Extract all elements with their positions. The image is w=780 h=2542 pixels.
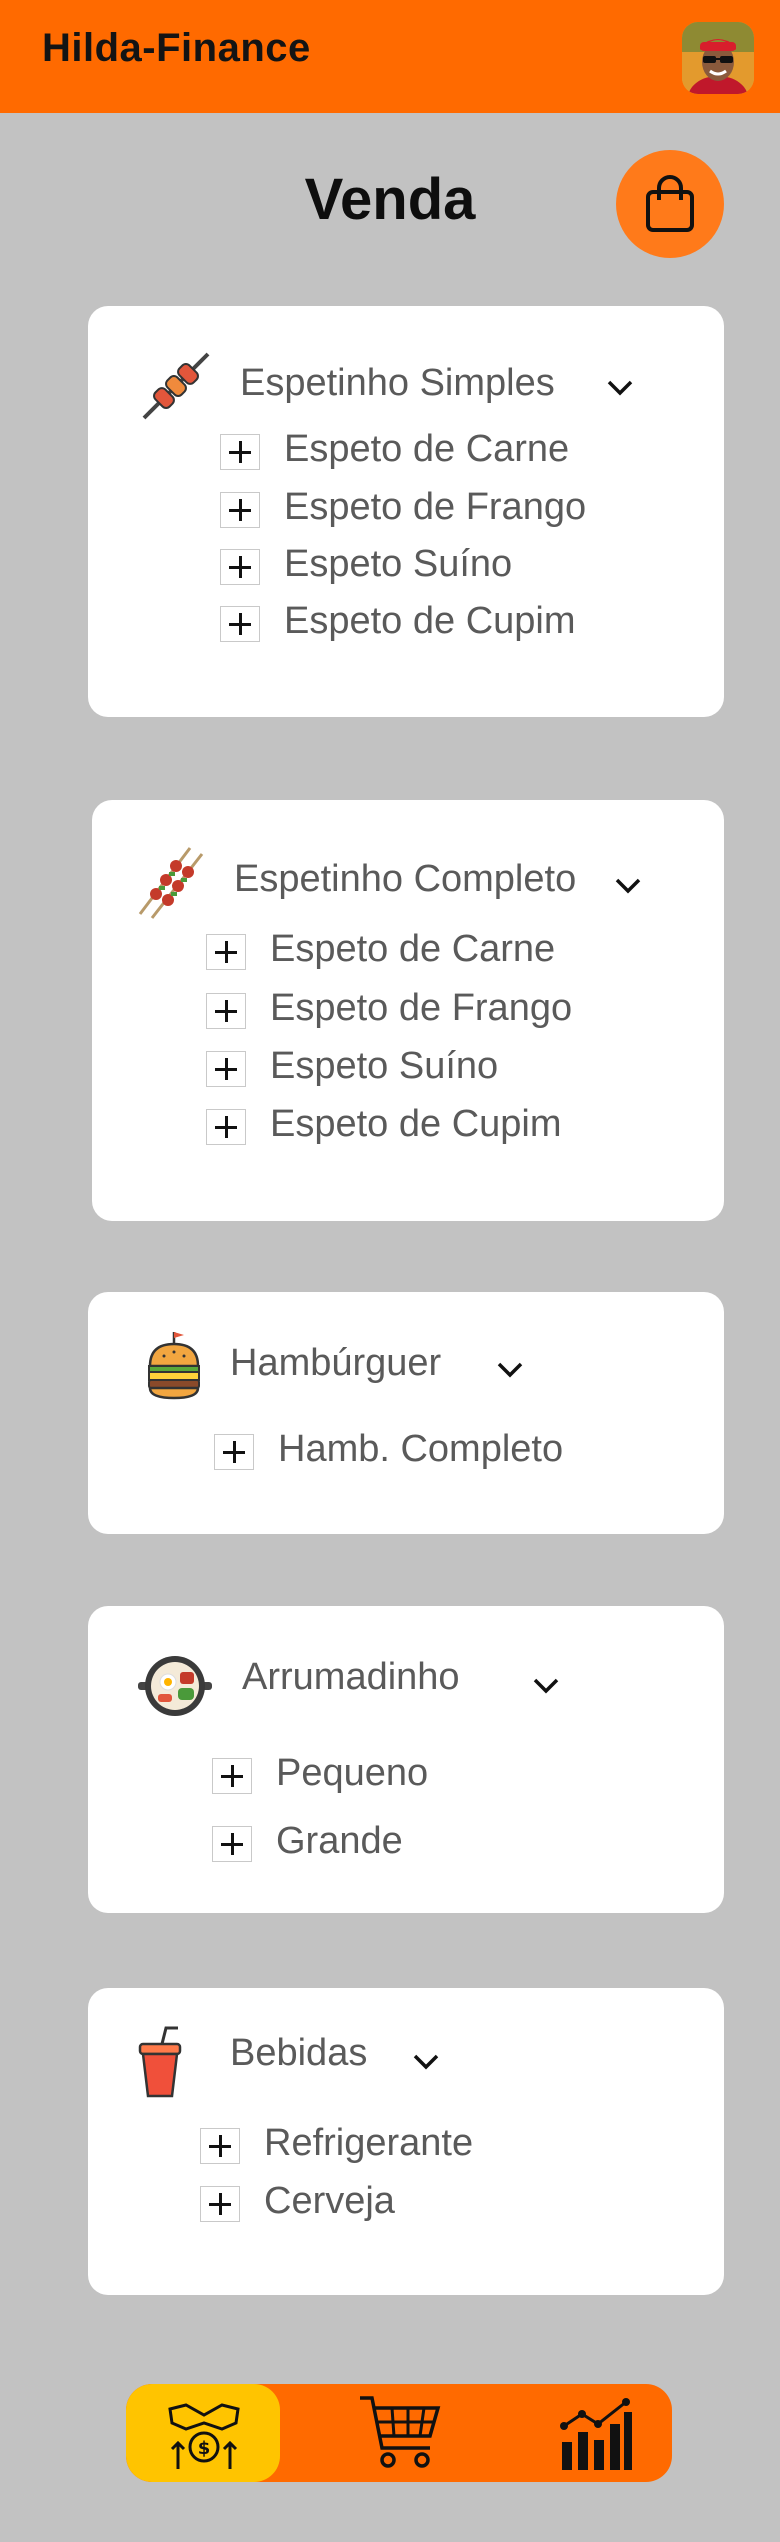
pan-dish-icon	[138, 1656, 212, 1716]
skewer-icon	[142, 352, 210, 420]
add-item-button[interactable]	[220, 606, 260, 642]
chevron-down-icon[interactable]	[612, 870, 644, 902]
category-name: Hambúrguer	[230, 1342, 442, 1384]
app-header: Hilda-Finance	[0, 0, 780, 113]
item-label: Espeto de Frango	[270, 987, 573, 1029]
category-name: Bebidas	[230, 2032, 368, 2074]
item-label: Espeto de Cupim	[270, 1103, 562, 1145]
add-item-button[interactable]	[212, 1826, 252, 1862]
add-item-button[interactable]	[200, 2128, 240, 2164]
add-item-button[interactable]	[206, 934, 246, 970]
nav-sales-button[interactable]: $	[126, 2384, 280, 2482]
shopping-bag-button[interactable]	[616, 150, 724, 258]
item-label: Espeto de Carne	[284, 428, 570, 470]
chevron-down-icon[interactable]	[604, 372, 636, 404]
item-label: Espeto de Frango	[284, 486, 587, 528]
double-skewer-icon	[138, 847, 204, 919]
category-card-bebidas: Bebidas Refrigerante Cerveja	[88, 1988, 724, 2295]
category-name: Espetinho Simples	[240, 362, 555, 404]
category-card-espetinho-completo: Espetinho Completo Espeto de Carne Espet…	[92, 800, 724, 1221]
chevron-down-icon[interactable]	[410, 2046, 442, 2078]
category-name: Arrumadinho	[242, 1656, 460, 1698]
add-item-button[interactable]	[206, 1051, 246, 1087]
bar-chart-icon	[560, 2398, 632, 2470]
item-label: Hamb. Completo	[278, 1428, 564, 1470]
burger-icon	[148, 1332, 200, 1400]
nav-reports-button[interactable]	[506, 2384, 672, 2482]
item-label: Espeto de Carne	[270, 928, 556, 970]
add-item-button[interactable]	[206, 1109, 246, 1145]
item-label: Cerveja	[264, 2180, 395, 2222]
add-item-button[interactable]	[206, 993, 246, 1029]
add-item-button[interactable]	[200, 2186, 240, 2222]
svg-text:$: $	[198, 2438, 211, 2459]
add-item-button[interactable]	[220, 492, 260, 528]
chevron-down-icon[interactable]	[494, 1354, 526, 1386]
add-item-button[interactable]	[214, 1434, 254, 1470]
avatar[interactable]	[682, 22, 754, 94]
category-card-hamburguer: Hambúrguer Hamb. Completo	[88, 1292, 724, 1534]
shopping-bag-icon	[646, 175, 694, 232]
bottom-nav: $	[126, 2384, 672, 2482]
app-title: Hilda-Finance	[42, 26, 311, 70]
handshake-money-icon: $	[168, 2403, 240, 2469]
item-label: Espeto Suíno	[284, 543, 513, 585]
add-item-button[interactable]	[212, 1758, 252, 1794]
add-item-button[interactable]	[220, 549, 260, 585]
item-label: Espeto de Cupim	[284, 600, 576, 642]
category-card-espetinho-simples: Espetinho Simples Espeto de Carne Espeto…	[88, 306, 724, 717]
chevron-down-icon[interactable]	[530, 1670, 562, 1702]
soda-cup-icon	[138, 2026, 182, 2098]
category-card-arrumadinho: Arrumadinho Pequeno Grande	[88, 1606, 724, 1913]
shopping-cart-icon	[360, 2396, 441, 2468]
nav-cart-button[interactable]	[326, 2384, 476, 2482]
item-label: Grande	[276, 1820, 403, 1862]
item-label: Espeto Suíno	[270, 1045, 499, 1087]
add-item-button[interactable]	[220, 434, 260, 470]
category-name: Espetinho Completo	[234, 858, 577, 900]
item-label: Pequeno	[276, 1752, 429, 1794]
avatar-image	[682, 22, 754, 94]
item-label: Refrigerante	[264, 2122, 474, 2164]
